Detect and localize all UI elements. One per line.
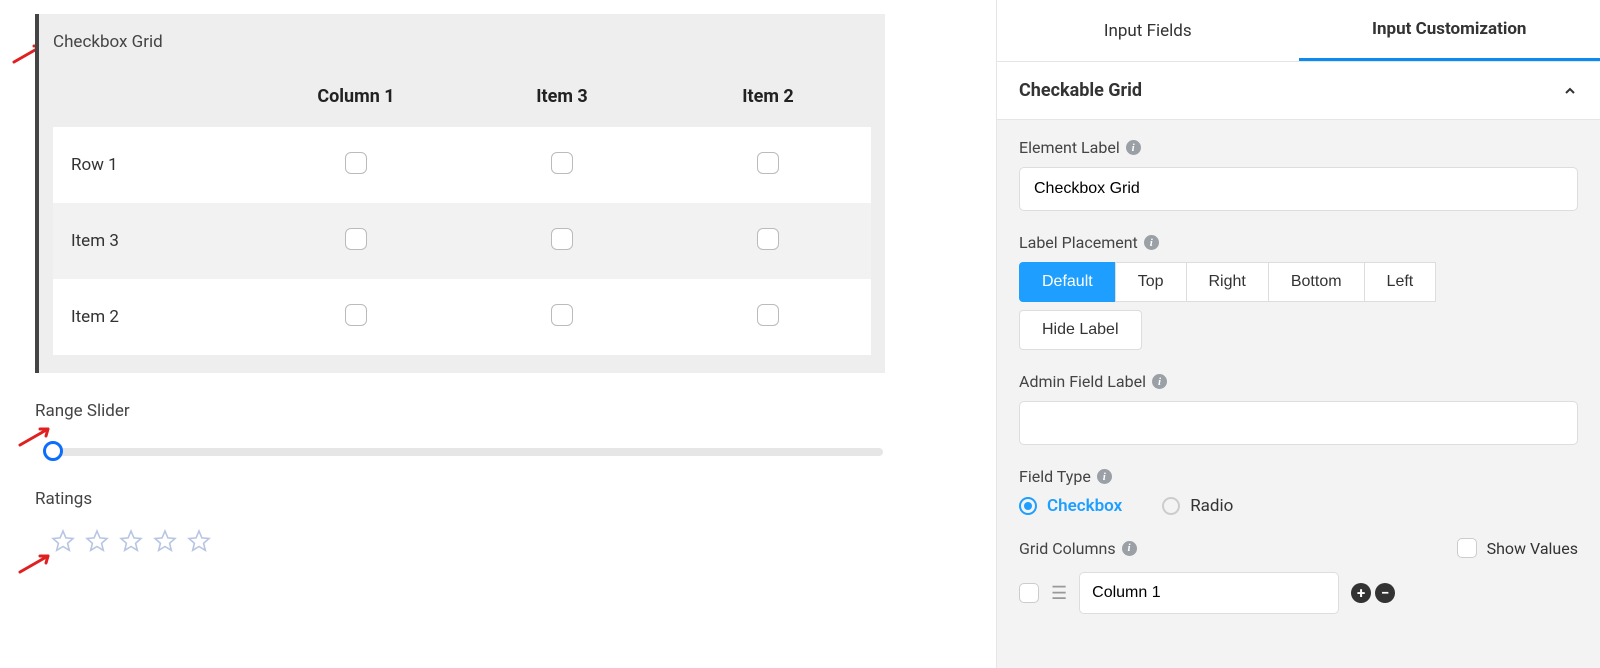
grid-checkbox[interactable] (757, 152, 779, 174)
admin-field-label-input[interactable] (1019, 401, 1578, 445)
field-type-checkbox-option[interactable]: Checkbox (1019, 496, 1122, 516)
star-icon[interactable] (85, 529, 109, 553)
info-icon[interactable]: i (1097, 469, 1112, 484)
range-slider-field[interactable]: Range Slider (35, 401, 885, 461)
settings-panel: Input Fields Input Customization Checkab… (996, 0, 1600, 668)
grid-checkbox[interactable] (345, 152, 367, 174)
grid-checkbox[interactable] (551, 228, 573, 250)
grid-column-header: Column 1 (253, 68, 459, 127)
grid-column-item-row: ☰ + − (1019, 572, 1578, 614)
checkbox-grid-header: Column 1 Item 3 Item 2 (53, 68, 871, 127)
annotation-arrow (18, 552, 52, 574)
admin-field-label-group: Admin Field Label i (1019, 372, 1578, 445)
grid-row-label: Row 1 (53, 155, 253, 175)
grid-row: Row 1 (53, 127, 871, 203)
label-placement-text: Label Placement (1019, 233, 1138, 252)
section-header-checkable-grid[interactable]: Checkable Grid (997, 62, 1600, 120)
placement-left-button[interactable]: Left (1364, 262, 1437, 302)
grid-row: Item 3 (53, 203, 871, 279)
element-label-group: Element Label i (1019, 138, 1578, 211)
grid-checkbox[interactable] (345, 304, 367, 326)
checkbox-grid-title: Checkbox Grid (39, 14, 885, 68)
grid-column-checkbox[interactable] (1019, 583, 1039, 603)
add-column-button[interactable]: + (1351, 583, 1371, 603)
grid-checkbox[interactable] (757, 228, 779, 250)
placement-default-button[interactable]: Default (1019, 262, 1116, 302)
field-type-radio-option[interactable]: Radio (1162, 496, 1233, 516)
grid-row-label: Item 2 (53, 307, 253, 327)
field-type-group: Field Type i Checkbox Radio (1019, 467, 1578, 516)
ratings-field[interactable]: Ratings (35, 489, 885, 553)
form-preview-panel: Checkbox Grid Column 1 Item 3 Item 2 Row… (0, 0, 885, 553)
show-values-checkbox[interactable] (1457, 538, 1477, 558)
grid-checkbox[interactable] (551, 304, 573, 326)
grid-column-header: Item 3 (459, 68, 665, 127)
element-label-text: Element Label (1019, 138, 1120, 157)
grid-row: Item 2 (53, 279, 871, 355)
star-icon[interactable] (119, 529, 143, 553)
star-icon[interactable] (51, 529, 75, 553)
star-icon[interactable] (187, 529, 211, 553)
field-type-text: Field Type (1019, 467, 1091, 486)
chevron-up-icon (1562, 83, 1578, 99)
admin-field-label-text: Admin Field Label (1019, 372, 1146, 391)
placement-bottom-button[interactable]: Bottom (1268, 262, 1365, 302)
placement-hide-label-button[interactable]: Hide Label (1019, 310, 1142, 350)
range-slider-thumb[interactable] (43, 441, 63, 461)
placement-right-button[interactable]: Right (1186, 262, 1269, 302)
radio-icon (1019, 497, 1037, 515)
drag-handle-icon[interactable]: ☰ (1051, 583, 1067, 604)
settings-tabs: Input Fields Input Customization (997, 0, 1600, 62)
range-slider-label: Range Slider (35, 401, 885, 421)
ratings-label: Ratings (35, 489, 885, 509)
grid-checkbox[interactable] (345, 228, 367, 250)
star-icon[interactable] (153, 529, 177, 553)
info-icon[interactable]: i (1126, 140, 1141, 155)
radio-icon (1162, 497, 1180, 515)
tab-input-customization[interactable]: Input Customization (1299, 0, 1600, 61)
grid-checkbox[interactable] (551, 152, 573, 174)
ratings-stars (51, 529, 885, 553)
label-placement-group: Label Placement i Default Top Right Bott… (1019, 233, 1578, 350)
grid-column-value-input[interactable] (1079, 572, 1339, 614)
element-label-input[interactable] (1019, 167, 1578, 211)
info-icon[interactable]: i (1144, 235, 1159, 250)
placement-top-button[interactable]: Top (1115, 262, 1187, 302)
tab-input-fields[interactable]: Input Fields (997, 0, 1299, 61)
range-slider-track[interactable] (43, 441, 883, 461)
info-icon[interactable]: i (1152, 374, 1167, 389)
show-values-toggle[interactable]: Show Values (1457, 538, 1578, 558)
info-icon[interactable]: i (1122, 541, 1137, 556)
grid-column-header: Item 2 (665, 68, 871, 127)
grid-checkbox[interactable] (757, 304, 779, 326)
grid-columns-text: Grid Columns (1019, 539, 1116, 558)
show-values-label: Show Values (1487, 539, 1578, 558)
grid-row-label: Item 3 (53, 231, 253, 251)
grid-columns-group: Grid Columns i Show Values ☰ + − (1019, 538, 1578, 614)
remove-column-button[interactable]: − (1375, 583, 1395, 603)
checkbox-grid-field[interactable]: Checkbox Grid Column 1 Item 3 Item 2 Row… (35, 14, 885, 373)
section-title: Checkable Grid (1019, 80, 1142, 101)
